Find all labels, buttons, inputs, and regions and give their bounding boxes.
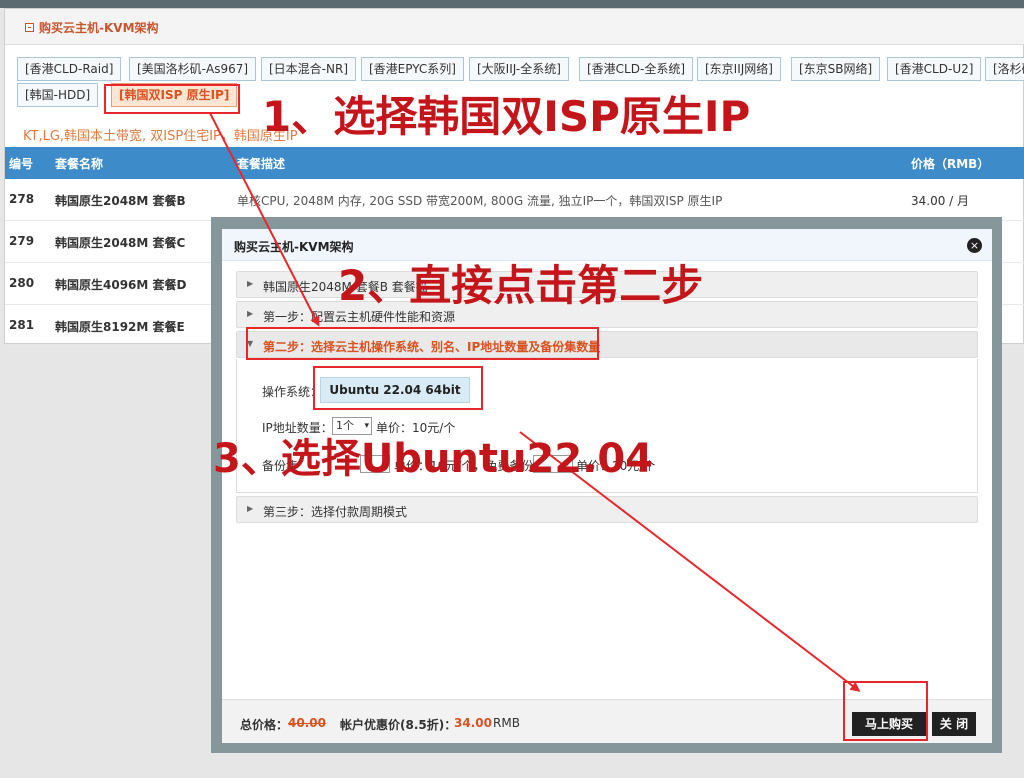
highlight-os (313, 366, 483, 410)
row-name: 韩国原生8192M 套餐E (55, 320, 185, 334)
tab-hk-cld-u2[interactable]: [香港CLD-U2] (887, 57, 982, 81)
product-description: KT,LG,韩国本土带宽, 双ISP住宅IP，韩国原生IP (23, 129, 298, 144)
row-id: 281 (9, 318, 35, 332)
collapse-icon[interactable] (25, 23, 34, 32)
tab-tokyo-iij[interactable]: [东京IIJ网络] (697, 57, 781, 81)
total-original: 40.00 (288, 716, 326, 730)
panel-header: 购买云主机-KVM架构 (5, 9, 1024, 45)
tab-la-cut[interactable]: [洛杉矶 (985, 57, 1024, 81)
section-step3[interactable]: ▶ 第三步：选择付款周期模式 (236, 496, 978, 523)
table-header: 编号 套餐名称 套餐描述 价格（RMB） (5, 147, 1024, 179)
section-step3-label: 第三步：选择付款周期模式 (263, 505, 408, 519)
annotation-step1: 1、选择韩国双ISP原生IP (262, 92, 751, 141)
tab-hk-cld-all[interactable]: [香港CLD-全系统] (579, 57, 693, 81)
annotation-step3: 3、选择Ubuntu22.04 (213, 436, 654, 482)
chevron-right-icon: ▶ (247, 309, 254, 318)
row-name: 韩国原生2048M 套餐B (55, 194, 186, 208)
panel-title: 购买云主机-KVM架构 (39, 21, 159, 35)
col-id: 编号 (9, 157, 34, 171)
highlight-step2 (246, 327, 599, 360)
top-bar (0, 0, 1024, 8)
annotation-step2: 2、直接点击第二步 (338, 261, 704, 310)
tab-osaka-iij[interactable]: [大阪IIJ-全系统] (469, 57, 569, 81)
row-id: 278 (9, 192, 35, 206)
table-row[interactable]: 278 韩国原生2048M 套餐B 单核CPU, 2048M 内存, 20G S… (5, 179, 1024, 221)
tab-hk-cld-raid[interactable]: [香港CLD-Raid] (17, 57, 122, 81)
col-name: 套餐名称 (55, 157, 104, 171)
tab-us-la-as967[interactable]: [美国洛杉矶-As967] (129, 57, 257, 81)
member-label: 帐户优惠价(8.5折)： (340, 718, 457, 732)
row-id: 280 (9, 276, 35, 290)
tab-tokyo-sb[interactable]: [东京SB网络] (791, 57, 881, 81)
highlight-tab (104, 84, 240, 114)
modal-title: 购买云主机-KVM架构 (234, 240, 354, 254)
close-button[interactable]: 关 闭 (932, 712, 976, 736)
row-name: 韩国原生2048M 套餐C (55, 236, 186, 250)
col-price: 价格（RMB） (911, 157, 990, 171)
tab-jp-nr[interactable]: [日本混合-NR] (261, 57, 357, 81)
close-icon[interactable]: × (967, 238, 982, 253)
chevron-right-icon: ▶ (247, 504, 254, 513)
col-desc: 套餐描述 (237, 157, 286, 171)
tab-kr-hdd[interactable]: [韩国-HDD] (17, 83, 99, 107)
row-id: 279 (9, 234, 35, 248)
currency: RMB (493, 716, 520, 730)
chevron-right-icon: ▶ (247, 279, 254, 288)
row-price: 34.00 / 月 (911, 194, 970, 208)
total-label: 总价格： (240, 718, 289, 732)
highlight-buy (843, 681, 928, 741)
tab-hk-epyc[interactable]: [香港EPYC系列] (361, 57, 464, 81)
row-name: 韩国原生4096M 套餐D (55, 278, 187, 292)
row-desc: 单核CPU, 2048M 内存, 20G SSD 带宽200M, 800G 流量… (237, 194, 723, 208)
member-price: 34.00 (454, 716, 492, 730)
